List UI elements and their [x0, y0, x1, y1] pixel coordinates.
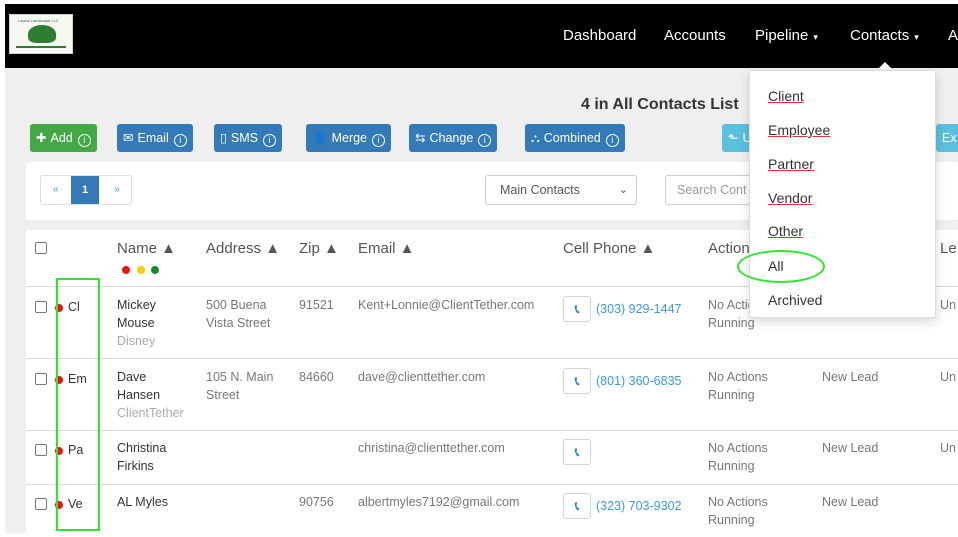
row-divider: [26, 358, 958, 359]
header-action[interactable]: Action: [708, 240, 750, 257]
chevron-down-icon: ▾: [813, 32, 818, 42]
address: 500 Buena Vista Street: [206, 298, 271, 330]
pager-prev[interactable]: «: [41, 176, 70, 204]
logo-text: Lawns Landscape LLC: [18, 18, 59, 23]
menu-item-partner[interactable]: Partner: [768, 156, 814, 172]
info-icon[interactable]: i: [77, 134, 91, 147]
lead-source: Un: [940, 441, 956, 455]
envelope-icon: ✉: [123, 131, 134, 145]
call-icon[interactable]: 📞︎: [563, 493, 591, 519]
header-email[interactable]: Email ▲: [358, 240, 415, 257]
contact-name[interactable]: Mickey Mouse Disney: [117, 296, 156, 350]
change-button[interactable]: ⇆ Change i: [409, 124, 498, 152]
pager-page[interactable]: 1: [71, 176, 99, 204]
sitemap-icon: ⛬: [531, 131, 540, 145]
sms-button[interactable]: ▯ SMS i: [214, 124, 282, 152]
action-status: No Actio Running: [708, 298, 755, 330]
merge-button[interactable]: 👤 Merge i: [306, 124, 392, 152]
legend-yellow-dot: [137, 266, 145, 274]
export-button[interactable]: Ex: [936, 124, 958, 152]
contact-name[interactable]: AL Myles: [117, 493, 168, 511]
company-logo[interactable]: Lawns Landscape LLC: [9, 14, 73, 54]
pagination: « 1 »: [40, 175, 132, 205]
header-address[interactable]: Address ▲: [206, 240, 280, 257]
cell-phone[interactable]: (801) 360-6835: [596, 372, 681, 390]
menu-item-employee[interactable]: Employee: [768, 122, 830, 138]
cell-phone[interactable]: (323) 703-9302: [596, 497, 681, 515]
upload-button[interactable]: ⬑ U: [722, 124, 752, 152]
cell-phone[interactable]: (303) 929-1447: [596, 300, 681, 318]
email[interactable]: Kent+Lonnie@ClientTether.com: [358, 296, 534, 314]
menu-item-vendor[interactable]: Vendor: [768, 190, 812, 206]
info-icon[interactable]: i: [605, 134, 619, 147]
row-checkbox[interactable]: [35, 498, 47, 510]
email[interactable]: dave@clienttether.com: [358, 368, 485, 386]
zip: 91521: [299, 298, 334, 312]
info-icon[interactable]: i: [262, 134, 276, 147]
email-button[interactable]: ✉ Email i: [117, 124, 193, 152]
lead-source: Un: [940, 370, 956, 384]
email[interactable]: christina@clienttether.com: [358, 439, 505, 457]
dropdown-pointer: [878, 62, 892, 69]
call-icon[interactable]: 📞︎: [563, 439, 591, 465]
plus-icon: ✚: [36, 131, 47, 145]
header-cell-phone[interactable]: Cell Phone ▲: [563, 240, 655, 257]
chevron-down-icon: ⌄: [618, 184, 628, 196]
row-checkbox[interactable]: [35, 373, 47, 385]
add-button[interactable]: ✚ Add i: [30, 124, 97, 152]
header-zip[interactable]: Zip ▲: [299, 240, 339, 257]
email[interactable]: albertmyles7192@gmail.com: [358, 493, 519, 511]
select-all-checkbox[interactable]: [35, 242, 47, 254]
zip: 84660: [299, 370, 334, 384]
legend-green-dot: [151, 266, 159, 274]
user-icon: 👤: [312, 131, 328, 145]
row-checkbox[interactable]: [35, 444, 47, 456]
nav-contacts[interactable]: Contacts ▾: [850, 27, 919, 44]
exchange-icon: ⇆: [415, 131, 426, 145]
all-item-highlight: [737, 250, 825, 283]
lead-status: New Lead: [822, 495, 879, 509]
info-icon[interactable]: i: [173, 134, 187, 147]
action-status: No Actions Running: [708, 495, 768, 527]
row-divider: [26, 484, 958, 485]
type-column-highlight: [56, 278, 100, 531]
row-checkbox[interactable]: [35, 301, 47, 313]
menu-item-archived[interactable]: Archived: [768, 292, 822, 308]
phone-icon: ▯: [220, 131, 227, 145]
lead-status: New Lead: [822, 441, 879, 455]
nav-dashboard[interactable]: Dashboard: [563, 27, 636, 44]
page-title: 4 in All Contacts List: [581, 96, 739, 113]
menu-item-other[interactable]: Other: [768, 223, 803, 239]
contact-name[interactable]: Dave Hansen ClientTether: [117, 368, 184, 422]
action-status: No Actions Running: [708, 441, 768, 473]
address: 105 N. Main Street: [206, 370, 274, 402]
call-icon[interactable]: 📞︎: [563, 368, 591, 394]
nav-more[interactable]: A: [948, 27, 958, 44]
row-divider: [26, 430, 958, 431]
lead-status: New Lead: [822, 370, 879, 384]
lead-source: Un: [940, 298, 956, 312]
nav-pipeline[interactable]: Pipeline ▾: [755, 27, 818, 44]
legend-red-dot: [122, 266, 130, 274]
zip: 90756: [299, 495, 334, 509]
info-icon[interactable]: i: [372, 134, 386, 147]
pager-next[interactable]: »: [103, 176, 131, 204]
call-icon[interactable]: 📞︎: [563, 296, 591, 322]
contact-name[interactable]: Christina Firkins: [117, 439, 166, 475]
nav-accounts[interactable]: Accounts: [664, 27, 726, 44]
menu-item-client[interactable]: Client: [768, 88, 804, 104]
upload-icon: ⬑: [728, 131, 739, 145]
info-icon[interactable]: i: [478, 134, 492, 147]
action-status: No Actions Running: [708, 370, 768, 402]
combined-button[interactable]: ⛬ Combined i: [525, 124, 625, 152]
header-lead[interactable]: Le: [940, 240, 957, 257]
chevron-down-icon: ▾: [914, 32, 919, 42]
contact-list-select[interactable]: Main Contacts ⌄: [485, 175, 637, 205]
header-name[interactable]: Name ▲: [117, 240, 176, 257]
